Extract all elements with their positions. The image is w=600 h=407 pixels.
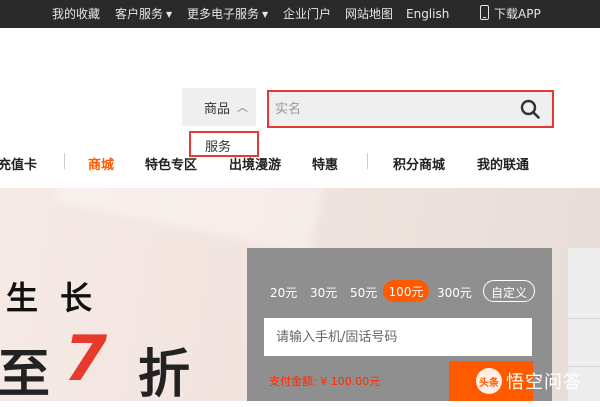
amount-option-custom[interactable]: 自定义 [483, 280, 535, 302]
nav-item-deals[interactable]: 特惠 [312, 154, 338, 173]
caret-down-icon: ▼ [262, 10, 269, 19]
amount-option-50[interactable]: 50元 [350, 284, 377, 301]
nav-item-featured[interactable]: 特色专区 [145, 154, 197, 173]
nav-item-points-mall[interactable]: 积分商城 [393, 154, 445, 173]
banner-headline: 生长 [6, 279, 115, 317]
banner-discount-suffix: 折 [138, 345, 191, 405]
amount-option-20[interactable]: 20元 [270, 284, 297, 301]
search-category-select[interactable]: 商品 ︿ [182, 88, 256, 126]
favorites-link[interactable]: 我的收藏 [52, 0, 100, 28]
banner-decoration [54, 188, 326, 255]
search-category-label: 商品 [204, 102, 231, 117]
sitemap-link[interactable]: 网站地图 [345, 0, 393, 28]
search-icon[interactable] [520, 99, 540, 119]
watermark-text: 悟空问答 [506, 372, 582, 393]
watermark: 头条 悟空问答 [476, 366, 582, 396]
banner-discount-number: 7 [64, 322, 108, 395]
nav-item-recharge-card[interactable]: 充值卡 [0, 154, 37, 173]
nav-item-mall[interactable]: 商城 [88, 154, 114, 173]
search-box [267, 90, 554, 128]
more-services-menu[interactable]: 更多电子服务 ▼ [187, 0, 268, 28]
banner-discount-prefix: 至 [0, 345, 51, 405]
top-bar: 我的收藏 客户服务 ▼ 更多电子服务 ▼ 企业门户 网站地图 English 下载A… [0, 0, 600, 28]
nav-item-roaming[interactable]: 出境漫游 [229, 154, 281, 173]
search-input[interactable] [275, 99, 505, 119]
divider [568, 318, 600, 319]
nav-item-my-unicom[interactable]: 我的联通 [477, 154, 529, 173]
caret-down-icon: ▼ [166, 10, 173, 19]
chevron-up-icon: ︿ [237, 101, 248, 114]
amount-option-300[interactable]: 300元 [437, 284, 472, 301]
enterprise-link[interactable]: 企业门户 [283, 0, 331, 28]
pay-amount-display: 支付金额: ¥ 100.00元 [269, 375, 381, 388]
phone-icon [480, 5, 489, 20]
customer-service-menu[interactable]: 客户服务 ▼ [115, 0, 172, 28]
amount-option-30[interactable]: 30元 [310, 284, 337, 301]
english-link[interactable]: English [406, 0, 449, 28]
phone-number-input[interactable] [264, 318, 532, 356]
download-app-link[interactable]: 下载APP [494, 0, 541, 28]
amount-option-100[interactable]: 100元 [383, 280, 429, 302]
nav-divider [367, 153, 368, 169]
wukong-logo-icon: 头条 [476, 368, 502, 394]
option-label: 服务 [205, 140, 232, 155]
nav-divider [64, 153, 65, 169]
